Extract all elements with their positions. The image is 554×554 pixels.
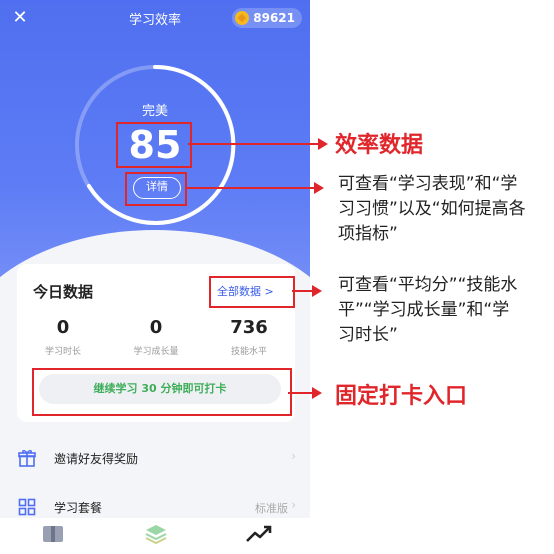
arrowhead-checkin: [312, 387, 322, 399]
coin-count: 89621: [253, 11, 295, 25]
annotation-detail-line: 可查看“学习表现”和“学: [338, 174, 518, 194]
stat-value: 736: [230, 317, 268, 338]
menu-item-invite[interactable]: 邀请好友得奖励 ›: [0, 439, 310, 479]
layers-icon[interactable]: [141, 522, 171, 546]
card-title: 今日数据: [33, 283, 94, 301]
stat-label: 技能水平: [230, 347, 267, 357]
stat-growth: 0 学习成长量: [110, 316, 202, 357]
score-rating: 完美: [141, 104, 168, 119]
stat-skill-level: 736 技能水平: [203, 316, 295, 357]
arrow-checkin: [288, 392, 314, 394]
coin-icon: [235, 11, 250, 25]
chevron-right-icon: ›: [291, 498, 296, 512]
stat-label: 学习时长: [44, 347, 81, 357]
annotation-all-data-line: 可查看“平均分”“技能水: [338, 275, 518, 295]
menu-item-label: 邀请好友得奖励: [54, 452, 139, 466]
detail-button[interactable]: 详情: [133, 177, 181, 199]
stat-label: 学习成长量: [133, 347, 179, 357]
arrow-detail: [185, 187, 316, 189]
annotation-all-data-line: 平”“学习成长量”和“学: [338, 300, 510, 320]
arrow-all-data: [292, 290, 314, 292]
annotation-all-data: 可查看“平均分”“技能水 平”“学习成长量”和“学 习时长”: [338, 273, 548, 348]
grid-icon: [18, 498, 36, 516]
annotation-detail-line: 项指标”: [338, 224, 398, 244]
book-icon[interactable]: [38, 522, 68, 546]
stat-study-time: 0 学习时长: [17, 316, 109, 357]
annotation-all-data-line: 习时长”: [338, 325, 398, 345]
plan-value: 标准版: [255, 502, 288, 515]
trend-icon[interactable]: [244, 522, 274, 546]
coin-balance[interactable]: 89621: [232, 8, 302, 28]
today-data-card: 今日数据 全部数据 > 0 学习时长 0 学习成长量 736 技能水平 继续学习…: [17, 264, 295, 422]
menu-item-label: 学习套餐: [54, 501, 103, 515]
arrow-efficiency: [188, 143, 320, 145]
annotation-detail-line: 习习惯”以及“如何提高各: [338, 199, 526, 219]
stat-value: 0: [149, 317, 163, 338]
annotation-detail: 可查看“学习表现”和“学 习习惯”以及“如何提高各 项指标”: [338, 172, 548, 247]
annotation-checkin: 固定打卡入口: [335, 384, 468, 409]
score-highlight-box: [116, 122, 192, 168]
stat-value: 0: [56, 317, 70, 338]
arrowhead-detail: [314, 182, 324, 194]
chevron-right-icon: ›: [291, 449, 296, 463]
annotation-efficiency: 效率数据: [335, 133, 424, 158]
all-data-link[interactable]: 全部数据 >: [217, 283, 274, 299]
bottom-tab-bar: [0, 518, 310, 554]
arrowhead-efficiency: [318, 138, 328, 150]
phone-screen: ✕ 学习效率 89621 完美 85 详情 今日数据 全部数据 > 0 学习时长…: [0, 0, 310, 554]
gift-icon: [18, 450, 36, 467]
arrowhead-all-data: [312, 285, 322, 297]
top-bar: ✕ 学习效率 89621: [0, 0, 310, 40]
checkin-button[interactable]: 继续学习 30 分钟即可打卡: [39, 374, 281, 404]
